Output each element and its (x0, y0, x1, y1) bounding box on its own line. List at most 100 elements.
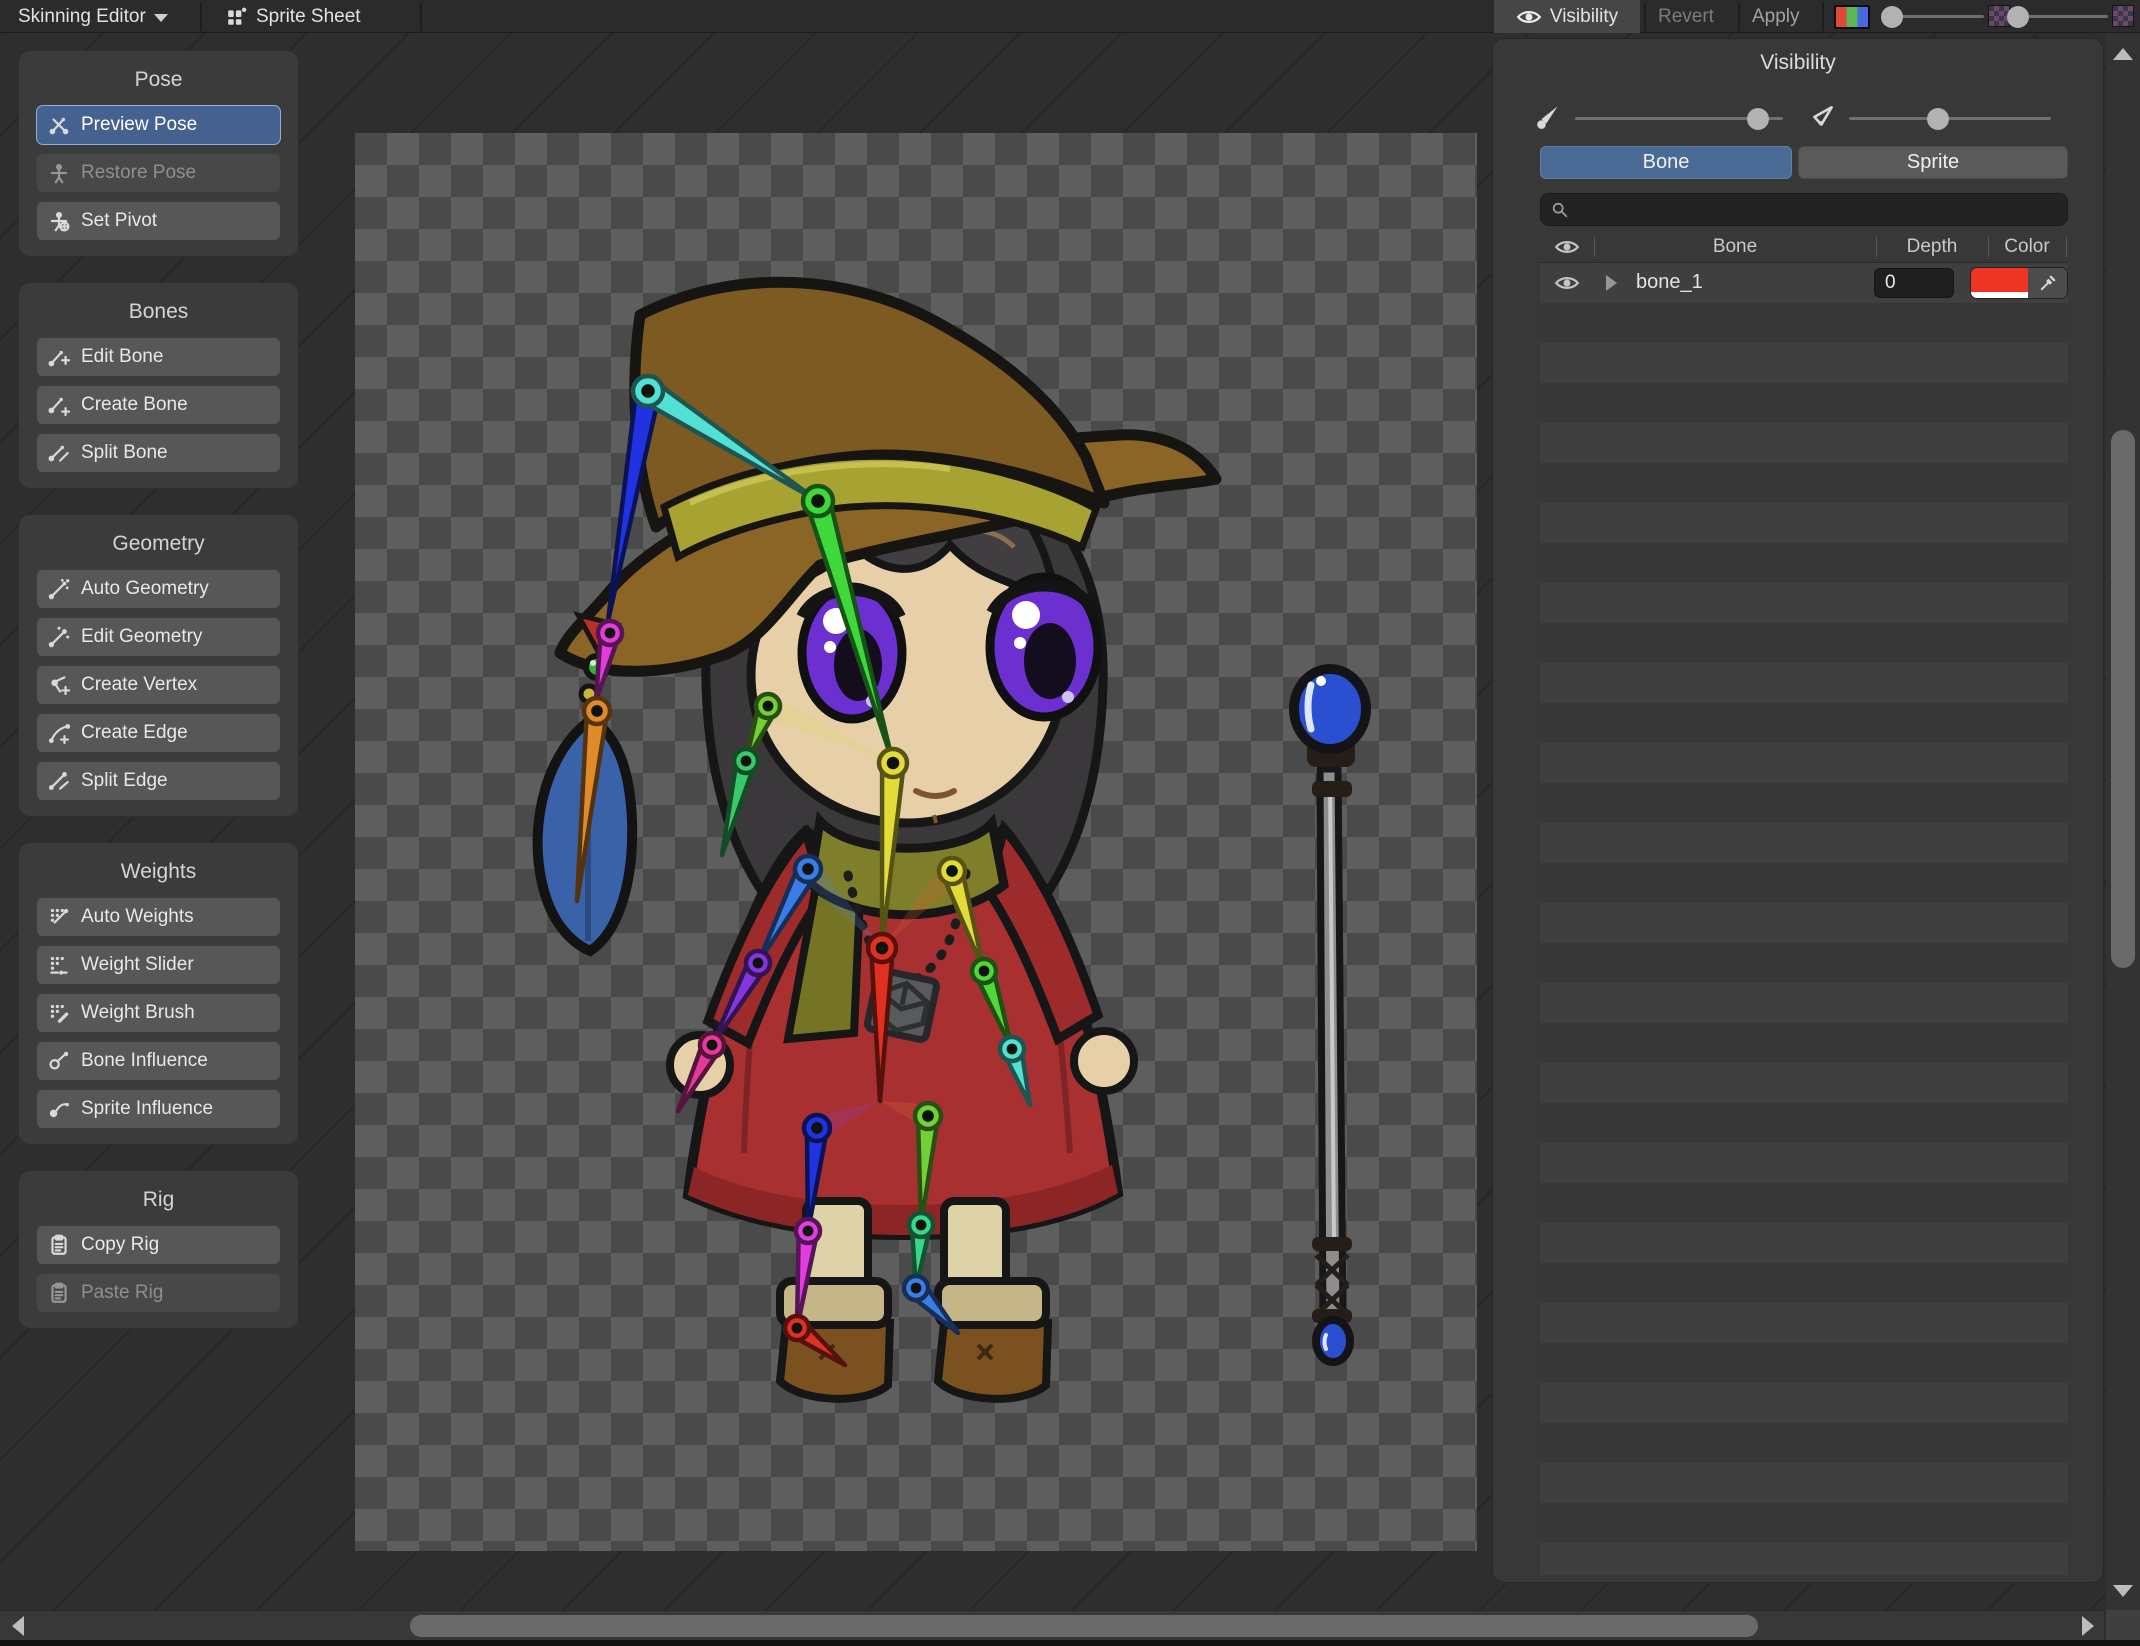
section-title: Geometry (112, 532, 205, 555)
bone-search-box[interactable] (1540, 193, 2068, 226)
bone-influence-button[interactable]: Bone Influence (36, 1041, 281, 1081)
button-label: Create Edge (81, 722, 188, 743)
search-input[interactable] (1577, 199, 2057, 220)
right-eye (985, 572, 1103, 722)
column-bone[interactable]: Bone (1594, 236, 1876, 258)
edit-geometry-button[interactable]: Edit Geometry (36, 617, 281, 657)
column-separator (2066, 237, 2067, 257)
create-vertex-button[interactable]: Create Vertex (36, 665, 281, 705)
edit-geometry-icon (48, 626, 70, 648)
toolbar-separator (1822, 2, 1824, 31)
preview-pose-icon (49, 117, 69, 135)
eyedropper-icon (2040, 275, 2056, 290)
scroll-right-arrow[interactable] (2082, 1616, 2094, 1636)
bone-opacity-slider[interactable] (1575, 107, 1783, 130)
scroll-left-arrow[interactable] (12, 1616, 24, 1636)
chevron-down-icon (153, 13, 168, 22)
weight-slider-button[interactable]: Weight Slider (36, 945, 281, 985)
create-edge-button[interactable]: Create Edge (36, 713, 281, 753)
character-sprite (532, 276, 1371, 1403)
sprite-influence-icon (49, 1102, 69, 1118)
eye-column-icon[interactable] (1554, 238, 1580, 256)
section-title: Pose (134, 68, 183, 91)
toolbar-separator (1644, 2, 1646, 31)
button-label: Paste Rig (81, 1282, 164, 1303)
bone-table-row[interactable]: bone_1 (1540, 263, 2068, 303)
button-label: Copy Rig (81, 1234, 160, 1255)
set-pivot-icon (50, 211, 70, 232)
auto-geometry-button[interactable]: Auto Geometry (36, 569, 281, 609)
button-label: Create Vertex (81, 674, 198, 695)
button-label: Auto Weights (81, 906, 194, 927)
color-channel-button[interactable] (1834, 0, 1870, 33)
bone-name[interactable]: bone_1 (1636, 271, 1703, 294)
weight-brush-button[interactable]: Weight Brush (36, 993, 281, 1033)
sprite-opacity-slider-knob[interactable] (1881, 5, 1903, 28)
create-vertex-icon (51, 676, 71, 696)
mesh-opacity-slider[interactable] (2007, 5, 2108, 28)
skinning-editor-menu[interactable]: Skinning Editor (18, 0, 168, 33)
sprite-sheet-tab[interactable]: Sprite Sheet (226, 0, 361, 33)
create-bone-button[interactable]: Create Bone (36, 385, 281, 425)
scroll-down-arrow[interactable] (2113, 1585, 2133, 1597)
auto-weights-icon (50, 908, 69, 924)
bone-color-swatch[interactable] (1971, 268, 2028, 298)
visibility-panel: Visibility Bone Sprite Bone Depth Color … (1492, 38, 2104, 1583)
button-label: Set Pivot (81, 210, 158, 231)
apply-button-label: Apply (1752, 5, 1800, 27)
visibility-toggle-button[interactable]: Visibility (1494, 0, 1640, 33)
bone-list-empty-rows (1540, 303, 2068, 1575)
sprite-influence-button[interactable]: Sprite Influence (36, 1089, 281, 1129)
button-label: Restore Pose (81, 162, 197, 183)
rgb-swatch-icon (1834, 4, 1870, 29)
edit-bone-icon (48, 350, 71, 367)
section-title: Weights (120, 860, 197, 883)
apply-button[interactable]: Apply (1752, 0, 1800, 33)
horizontal-scrollbar-thumb[interactable] (410, 1615, 1758, 1637)
depth-input[interactable] (1874, 268, 1954, 298)
tab-sprite[interactable]: Sprite (1798, 146, 2068, 179)
sprite-mesh-opacity-slider[interactable] (1849, 107, 2051, 130)
sprite-canvas[interactable] (355, 133, 1477, 1551)
vertical-scrollbar-thumb[interactable] (2111, 430, 2135, 968)
sprite-sheet-label: Sprite Sheet (256, 5, 361, 27)
tab-sprite-label: Sprite (1906, 151, 1960, 173)
sprite-mesh-opacity-slider-knob[interactable] (1926, 107, 1949, 130)
weight-slider-icon (50, 956, 68, 975)
toolbar-separator (200, 2, 202, 31)
set-pivot-button[interactable]: Set Pivot (36, 201, 281, 241)
preview-pose-button[interactable]: Preview Pose (36, 105, 281, 145)
paste-rig-button[interactable]: Paste Rig (36, 1273, 281, 1313)
section-title: Rig (142, 1188, 175, 1211)
horizontal-scrollbar[interactable] (0, 1610, 2104, 1640)
sprite-opacity-slider[interactable] (1881, 5, 1984, 28)
split-bone-icon (48, 445, 69, 462)
scrollbar-corner (2106, 1610, 2140, 1640)
copy-rig-button[interactable]: Copy Rig (36, 1225, 281, 1265)
button-label: Split Bone (81, 442, 168, 463)
split-edge-button[interactable]: Split Edge (36, 761, 281, 801)
revert-button[interactable]: Revert (1658, 0, 1714, 33)
bone-opacity-slider-knob[interactable] (1747, 107, 1770, 130)
auto-weights-button[interactable]: Auto Weights (36, 897, 281, 937)
bone-visibility-eye-icon[interactable] (1554, 274, 1580, 292)
button-label: Edit Bone (81, 346, 164, 367)
restore-pose-button[interactable]: Restore Pose (36, 153, 281, 193)
window-bottom-edge (0, 1640, 2140, 1646)
eyedropper-button[interactable] (2027, 268, 2067, 298)
eye-icon (1516, 10, 1542, 23)
section-weights: Weights Auto Weights Weight Slider Weight B… (18, 842, 299, 1145)
column-color[interactable]: Color (1988, 236, 2066, 258)
split-bone-button[interactable]: Split Bone (36, 433, 281, 473)
button-label: Edit Geometry (81, 626, 203, 647)
scroll-up-arrow[interactable] (2113, 48, 2133, 60)
edit-bone-button[interactable]: Edit Bone (36, 337, 281, 377)
mesh-opacity-slider-knob[interactable] (2007, 5, 2029, 28)
column-depth[interactable]: Depth (1876, 236, 1988, 258)
expand-caret-icon[interactable] (1606, 275, 1617, 291)
tab-bone[interactable]: Bone (1540, 146, 1792, 179)
split-edge-icon (48, 772, 69, 790)
vertical-scrollbar[interactable] (2106, 33, 2140, 1610)
toolbar-separator (1738, 2, 1740, 31)
visibility-panel-title: Visibility (1760, 51, 1836, 74)
